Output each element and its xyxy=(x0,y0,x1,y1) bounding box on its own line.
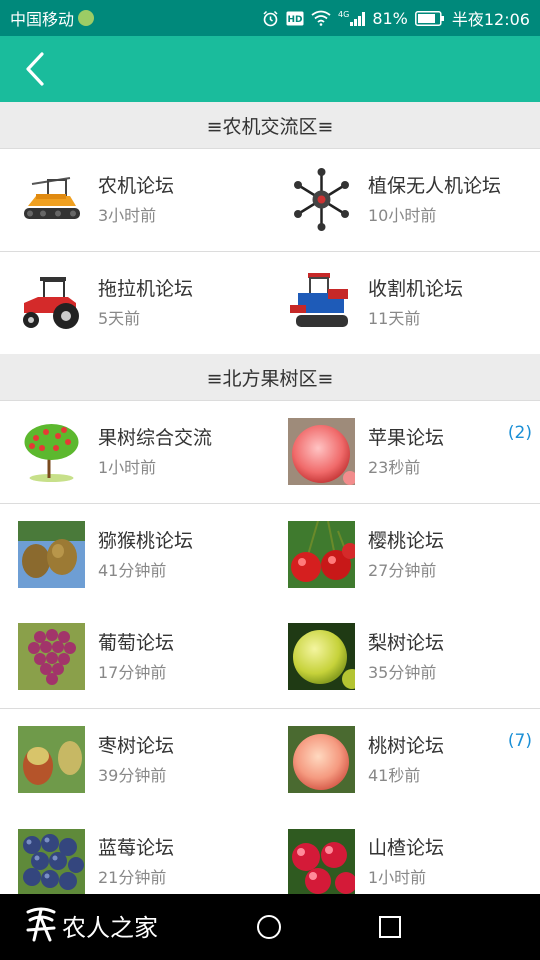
hd-icon: HD xyxy=(286,11,304,25)
forum-last-activity: 10小时前 xyxy=(368,205,437,225)
forum-item-pear[interactable]: 梨树论坛 35分钟前 xyxy=(270,606,540,709)
fruit-tree-icon xyxy=(18,418,85,486)
forum-item-harvester[interactable]: 收割机论坛 11天前 xyxy=(270,252,540,355)
home-button[interactable] xyxy=(257,915,281,939)
drone-icon xyxy=(288,166,355,234)
forum-list: ≡农机交流区≡ 农机论坛 3小时前 植保无人机论坛 10小时前 拖拉机论坛 5天… xyxy=(0,102,540,894)
forum-last-activity: 27分钟前 xyxy=(368,560,437,580)
forum-title: 猕猴桃论坛 xyxy=(98,529,194,552)
signal-icon: 4G xyxy=(338,10,366,26)
forum-last-activity: 35分钟前 xyxy=(368,662,437,682)
forum-title: 枣树论坛 xyxy=(98,734,175,757)
system-navigation-bar: 农人之家 xyxy=(0,894,540,960)
forum-title: 植保无人机论坛 xyxy=(368,174,502,197)
forum-title: 樱桃论坛 xyxy=(368,529,445,552)
forum-last-activity: 3小时前 xyxy=(98,205,157,225)
forum-last-activity: 5天前 xyxy=(98,308,141,328)
carrier-name: 中国移动 xyxy=(10,10,75,29)
forum-last-activity: 23秒前 xyxy=(368,457,421,477)
svg-text:HD: HD xyxy=(288,15,303,25)
carrier-logo-icon xyxy=(78,10,95,26)
forum-title: 桃树论坛 xyxy=(368,734,445,757)
clock: 半夜12:06 xyxy=(451,10,530,29)
forum-title: 山楂论坛 xyxy=(368,837,445,860)
forum-title: 梨树论坛 xyxy=(368,631,445,654)
forum-item-blueberry[interactable]: 蓝莓论坛 21分钟前 xyxy=(0,811,270,894)
forum-last-activity: 17分钟前 xyxy=(98,662,167,682)
carrier-info: 中国移动 xyxy=(10,6,95,30)
brand-logo-icon xyxy=(26,907,56,942)
pear-icon xyxy=(288,623,355,691)
new-post-count-badge: (7) xyxy=(507,730,532,751)
status-bar: 中国移动 HD 4G 81% 半夜12:06 xyxy=(0,0,540,36)
battery-icon xyxy=(414,10,444,26)
back-button[interactable] xyxy=(12,46,58,92)
forum-item-kiwi[interactable]: 猕猴桃论坛 41分钟前 xyxy=(0,504,270,607)
crawler-machine-icon xyxy=(18,166,85,234)
forum-item-apple[interactable]: 苹果论坛 23秒前 (2) xyxy=(270,401,540,504)
chevron-left-icon xyxy=(26,52,44,86)
jujube-icon xyxy=(18,726,85,794)
wifi-icon xyxy=(311,10,331,26)
forum-last-activity: 41分钟前 xyxy=(98,560,167,580)
alarm-icon xyxy=(263,10,278,26)
forum-title: 果树综合交流 xyxy=(98,426,213,449)
forum-last-activity: 21分钟前 xyxy=(98,868,167,888)
forum-last-activity: 1小时前 xyxy=(98,457,157,477)
forum-last-activity: 39分钟前 xyxy=(98,765,167,785)
forum-item-farm-machinery[interactable]: 农机论坛 3小时前 xyxy=(0,149,270,252)
forum-item-jujube[interactable]: 枣树论坛 39分钟前 xyxy=(0,709,270,812)
tractor-icon xyxy=(18,269,85,337)
network-type: 4G xyxy=(338,10,350,19)
battery-percent: 81% xyxy=(372,8,408,28)
forum-title: 苹果论坛 xyxy=(368,426,445,449)
forum-title: 农机论坛 xyxy=(98,174,175,197)
farm-machinery-grid: 农机论坛 3小时前 植保无人机论坛 10小时前 拖拉机论坛 5天前 收割机论坛 … xyxy=(0,149,540,354)
hawthorn-icon xyxy=(288,828,355,894)
forum-item-fruit-tree-general[interactable]: 果树综合交流 1小时前 xyxy=(0,401,270,504)
forum-title: 拖拉机论坛 xyxy=(98,277,194,300)
forum-last-activity: 1小时前 xyxy=(368,868,427,888)
forum-item-hawthorn[interactable]: 山楂论坛 1小时前 xyxy=(270,811,540,894)
cherry-icon xyxy=(288,521,355,589)
forum-item-drone[interactable]: 植保无人机论坛 10小时前 xyxy=(270,149,540,252)
section-header-fruit-trees: ≡北方果树区≡ xyxy=(0,354,540,401)
peach-icon xyxy=(288,726,355,794)
kiwi-icon xyxy=(18,521,85,589)
forum-item-grape[interactable]: 葡萄论坛 17分钟前 xyxy=(0,606,270,709)
forum-item-tractor[interactable]: 拖拉机论坛 5天前 xyxy=(0,252,270,355)
forum-title: 蓝莓论坛 xyxy=(98,837,175,860)
forum-item-peach[interactable]: 桃树论坛 41秒前 (7) xyxy=(270,709,540,812)
recent-apps-button[interactable] xyxy=(379,916,401,938)
forum-title: 葡萄论坛 xyxy=(98,631,175,654)
fruit-tree-grid: 果树综合交流 1小时前 苹果论坛 23秒前 (2) 猕猴桃论坛 41分钟前 樱桃… xyxy=(0,401,540,894)
new-post-count-badge: (2) xyxy=(507,423,532,443)
forum-last-activity: 11天前 xyxy=(368,308,421,328)
apple-icon xyxy=(288,418,355,486)
grape-icon xyxy=(18,623,85,691)
section-header-farm-machinery: ≡农机交流区≡ xyxy=(0,102,540,149)
forum-item-cherry[interactable]: 樱桃论坛 27分钟前 xyxy=(270,504,540,607)
harvester-icon xyxy=(288,269,355,337)
blueberry-icon xyxy=(18,828,85,894)
brand-watermark: 农人之家 xyxy=(24,906,158,944)
brand-name: 农人之家 xyxy=(62,913,158,942)
app-bar xyxy=(0,36,540,102)
forum-last-activity: 41秒前 xyxy=(368,765,421,785)
forum-title: 收割机论坛 xyxy=(368,277,464,300)
